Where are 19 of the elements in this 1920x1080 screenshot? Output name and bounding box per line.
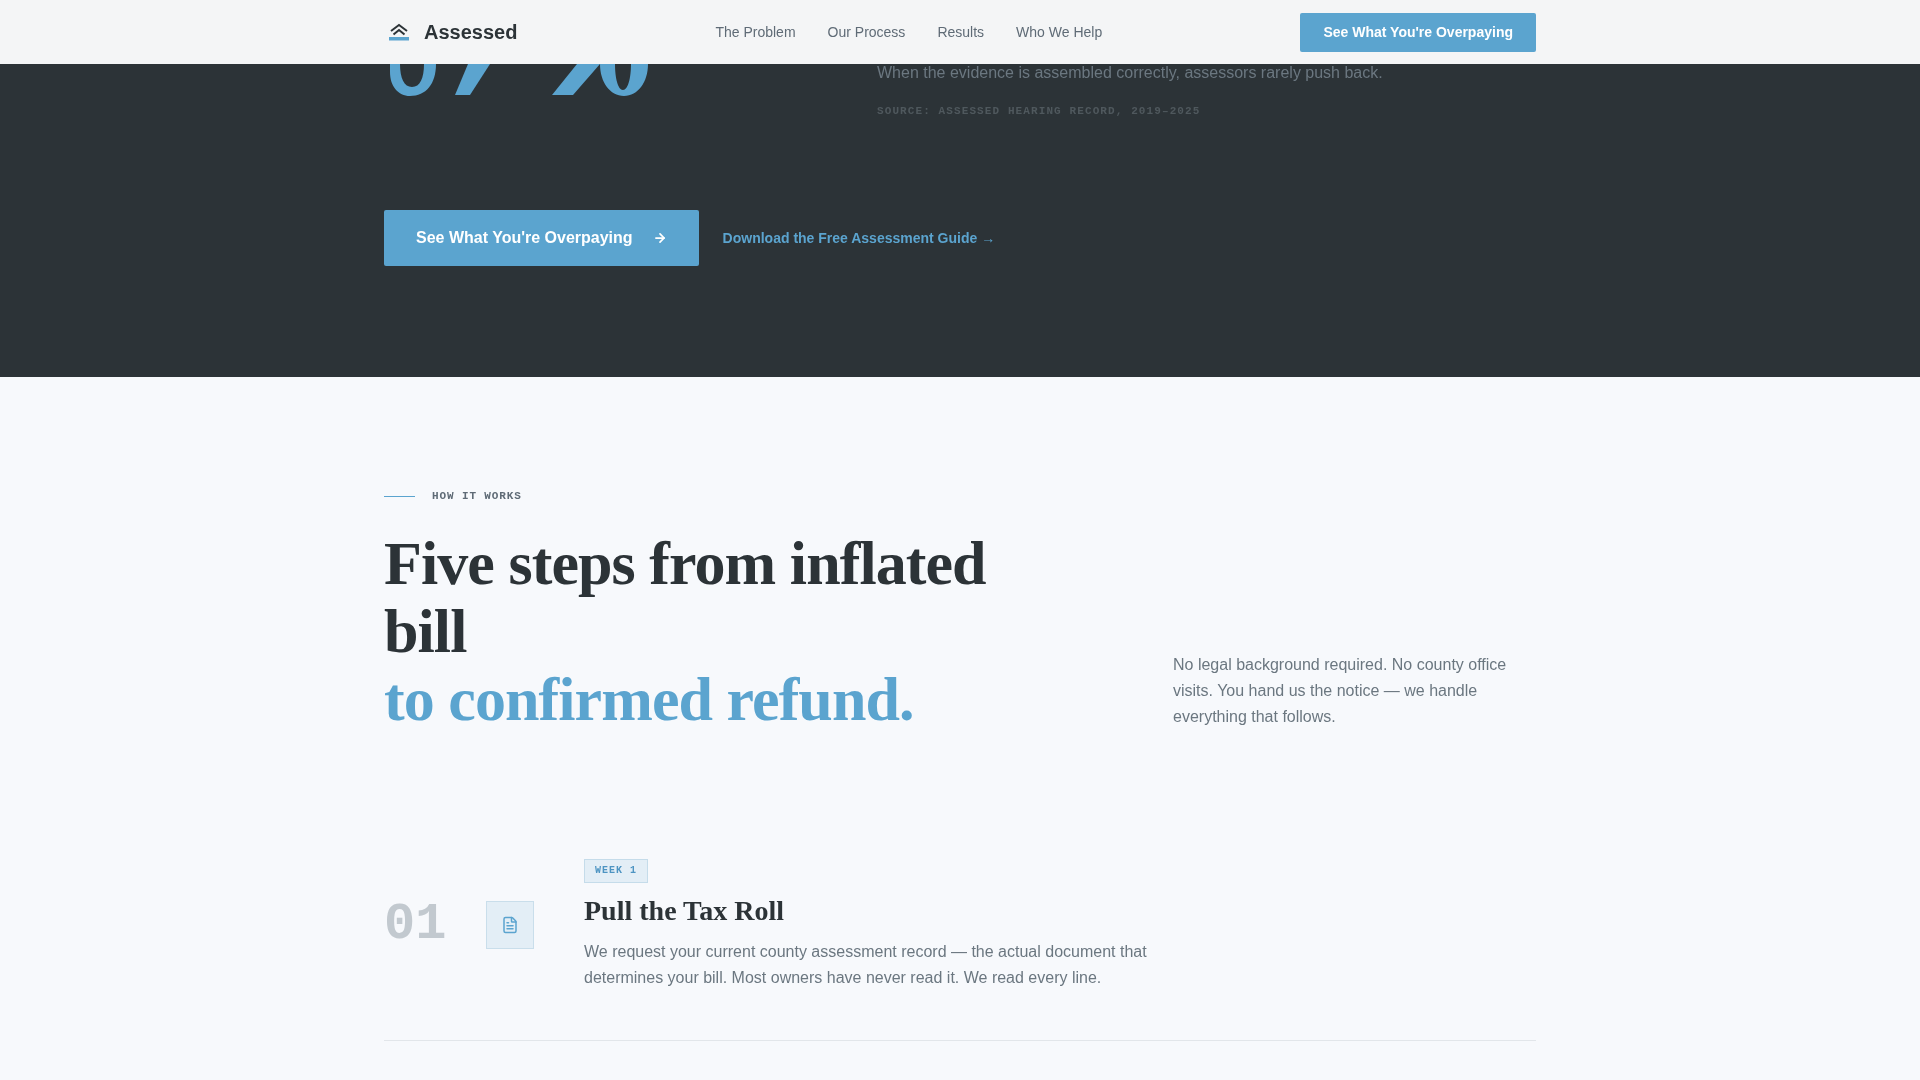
hero-note: When the evidence is assembled correctly, assessors rarely push back. (877, 64, 1384, 81)
step-title: Pull the Tax Roll (584, 893, 784, 928)
arrow-right-icon (652, 231, 667, 245)
eyebrow-rule (384, 495, 415, 497)
step-description: We request your current county assessment record — the actual document that determines your bill. Most owners have never read it. We read every line. (584, 941, 1148, 988)
nav-link[interactable]: Who We Help (1016, 25, 1103, 39)
guide-download-link[interactable]: Download the Free Assessment Guide → (722, 231, 996, 245)
section-eyebrow: HOW IT WORKS (432, 489, 522, 503)
brand-link[interactable]: Assessed (384, 22, 518, 42)
overpaying-hero-button[interactable]: See What You're Overpaying (384, 210, 699, 266)
stacked-roof-logo-icon (388, 23, 410, 41)
nav-link[interactable]: Our Process (827, 25, 906, 39)
week-tag: WEEK 1 (584, 858, 648, 883)
overpaying-cta-button[interactable]: See What You're Overpaying (1300, 12, 1536, 52)
document-icon (486, 900, 534, 949)
section-heading: Five steps from inflated bill to confirmed refund. (384, 529, 987, 734)
nav-link[interactable]: The Problem (715, 25, 796, 39)
nav-link[interactable]: Results (937, 25, 985, 39)
section-intro: No legal background required. No county office visits. You hand us the notice — we handle everything that follows. (1173, 654, 1508, 727)
